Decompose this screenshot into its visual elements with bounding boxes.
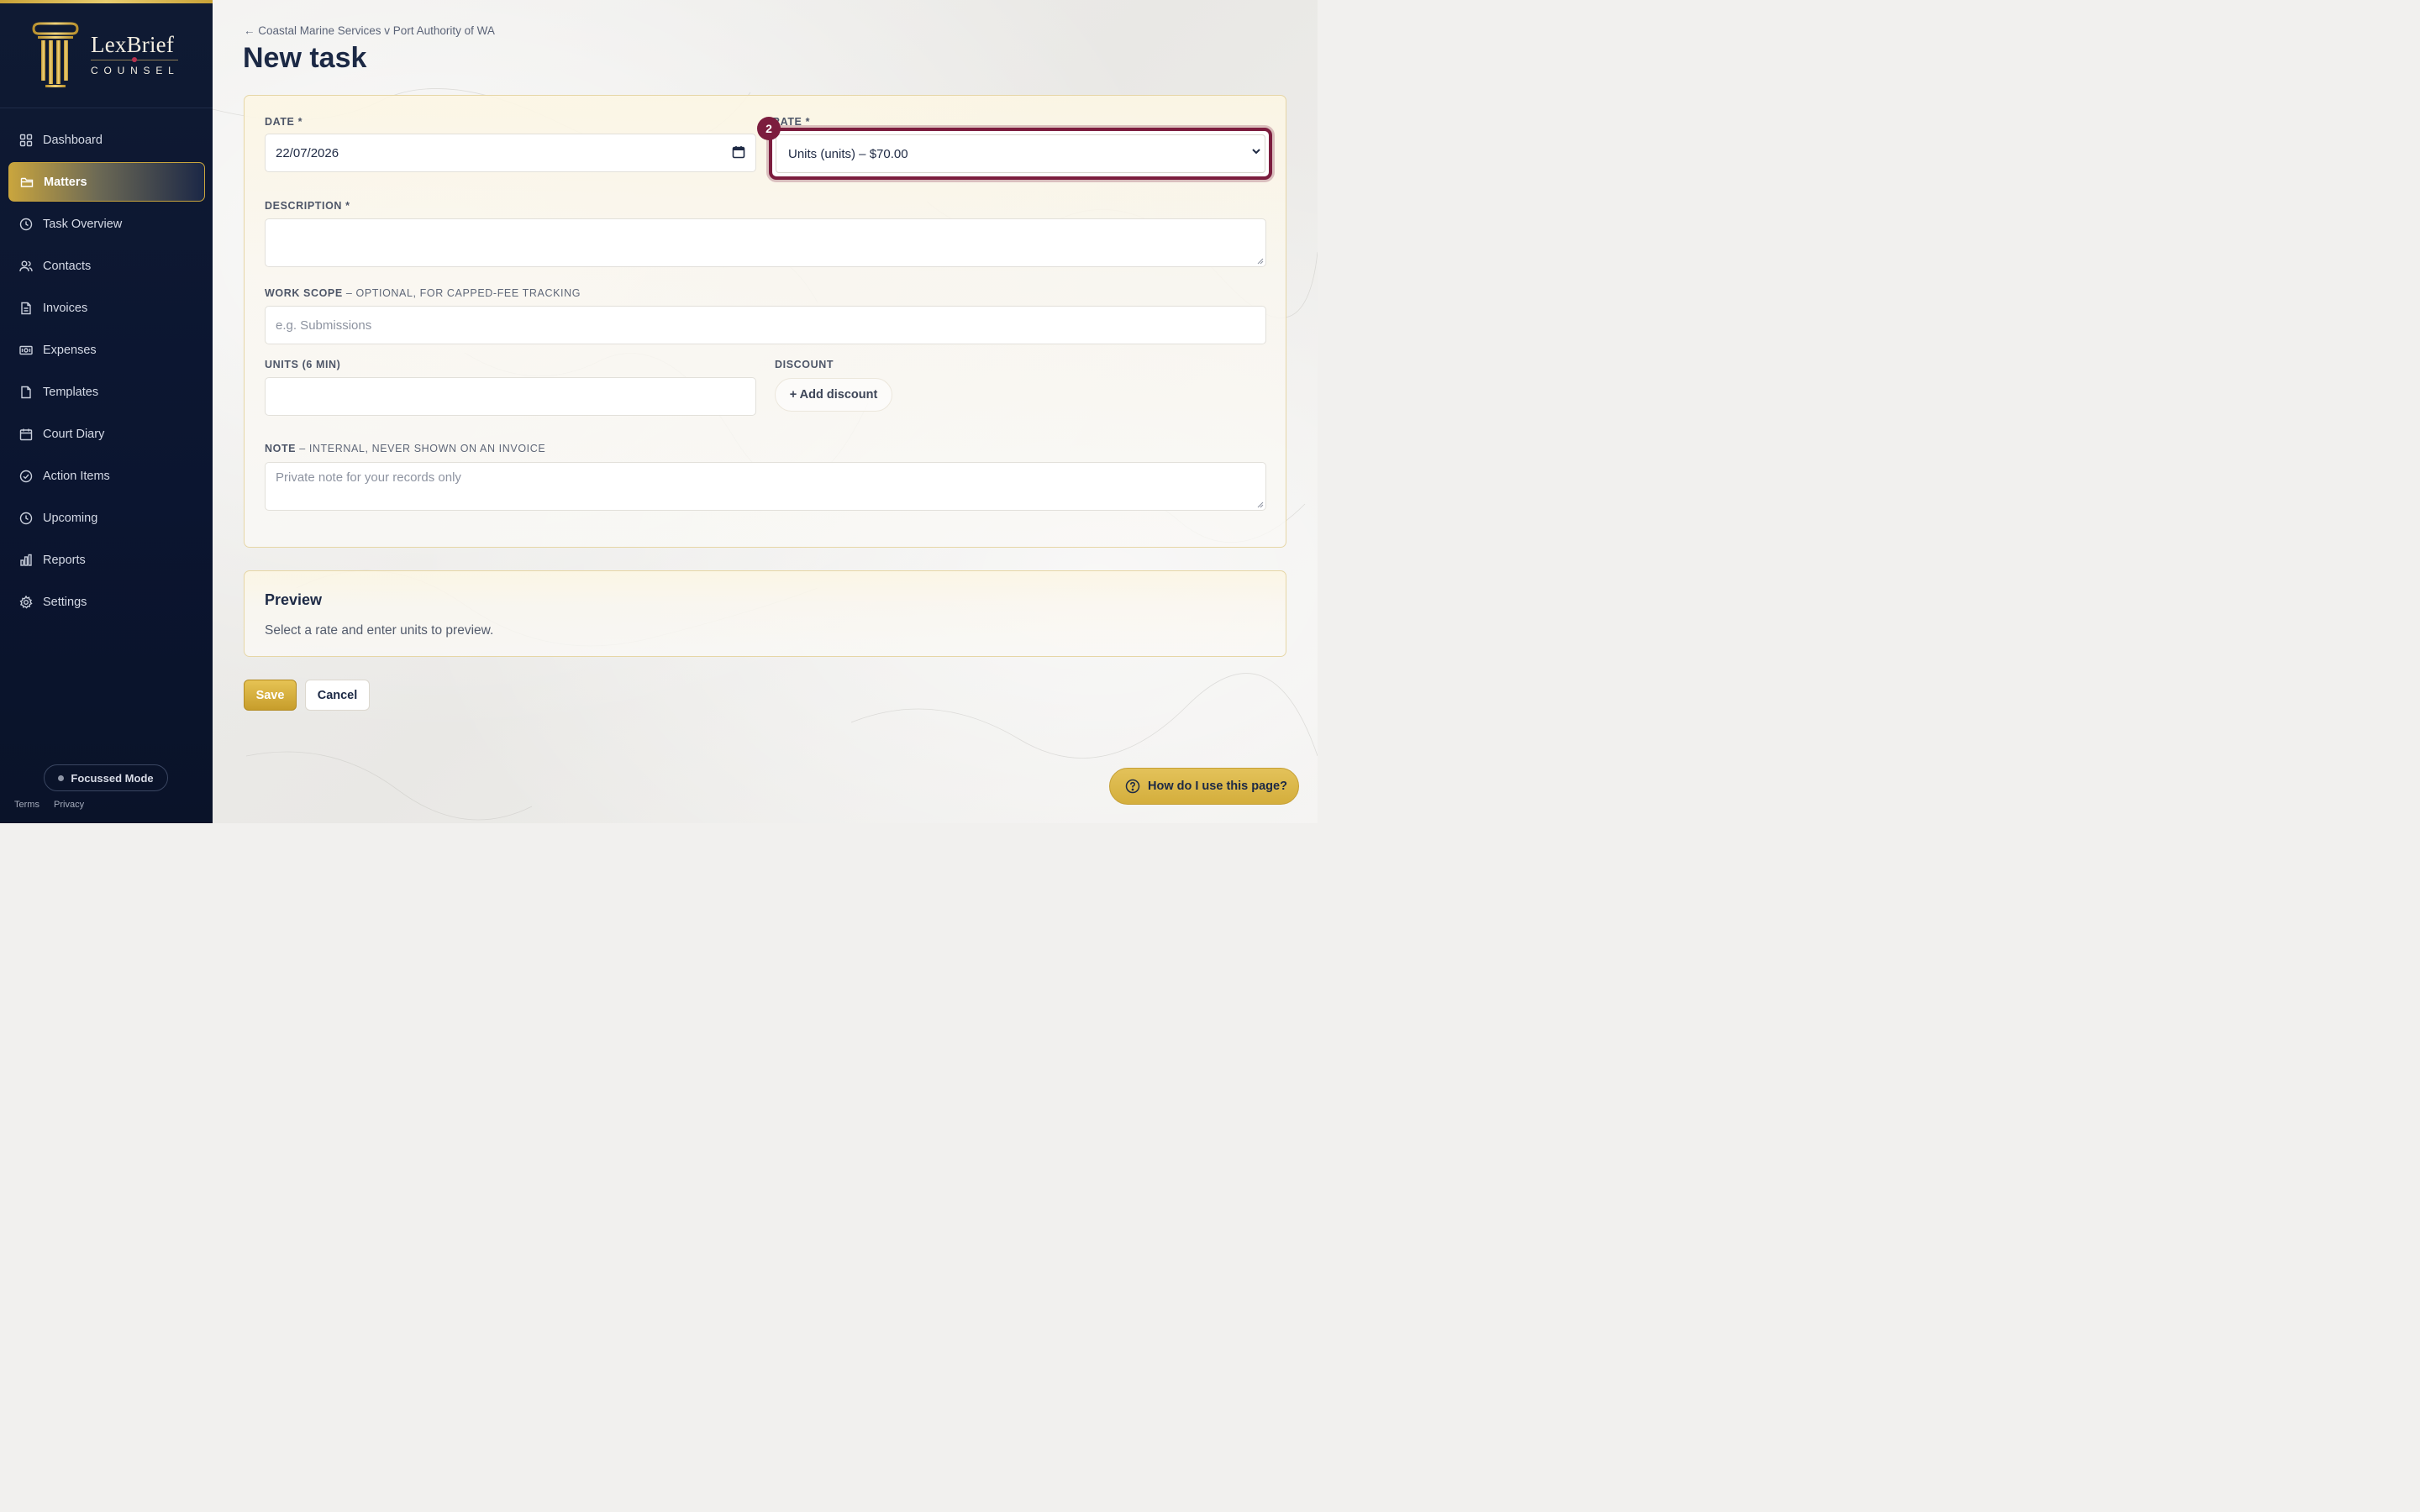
work-scope-placeholder: e.g. Submissions bbox=[276, 318, 372, 333]
calendar-icon[interactable] bbox=[732, 145, 745, 162]
sidebar: LexBrief COUNSEL Dashboard Matters Task … bbox=[0, 0, 213, 823]
add-discount-button[interactable]: + Add discount bbox=[775, 378, 892, 412]
cancel-button[interactable]: Cancel bbox=[305, 680, 370, 711]
note-textarea[interactable]: Private note for your records only bbox=[265, 462, 1266, 511]
grid-icon bbox=[19, 134, 33, 147]
page-title: New task bbox=[243, 42, 367, 74]
check-circle-icon bbox=[19, 470, 33, 483]
sidebar-item-label: Expenses bbox=[43, 343, 97, 357]
work-scope-input[interactable]: e.g. Submissions bbox=[265, 306, 1266, 344]
sidebar-item-upcoming[interactable]: Upcoming bbox=[8, 498, 205, 538]
date-input[interactable]: 22/07/2026 bbox=[265, 134, 756, 172]
legal-links: Terms Privacy bbox=[14, 800, 96, 810]
resize-handle-icon[interactable] bbox=[1256, 257, 1264, 265]
date-label: DATE * bbox=[265, 116, 303, 128]
privacy-link[interactable]: Privacy bbox=[54, 800, 84, 810]
sidebar-item-templates[interactable]: Templates bbox=[8, 372, 205, 412]
preview-title: Preview bbox=[265, 591, 323, 608]
sidebar-item-label: Settings bbox=[43, 595, 87, 609]
sidebar-item-label: Action Items bbox=[43, 469, 110, 483]
file-text-icon bbox=[19, 302, 33, 315]
resize-handle-icon[interactable] bbox=[1256, 501, 1264, 508]
rate-select-inner: Units (units) – $70.00 bbox=[776, 134, 1265, 173]
sidebar-item-court-diary[interactable]: Court Diary bbox=[8, 414, 205, 454]
work-scope-hint: – OPTIONAL, FOR CAPPED-FEE TRACKING bbox=[342, 287, 581, 299]
work-scope-label: WORK SCOPE – OPTIONAL, FOR CAPPED-FEE TR… bbox=[265, 287, 581, 299]
banknote-icon bbox=[19, 344, 33, 357]
note-label: NOTE – INTERNAL, NEVER SHOWN ON AN INVOI… bbox=[265, 443, 545, 454]
sidebar-item-label: Dashboard bbox=[43, 133, 103, 147]
sidebar-item-label: Task Overview bbox=[43, 217, 123, 231]
units-label: UNITS (6 MIN) bbox=[265, 359, 341, 370]
gear-icon bbox=[19, 595, 33, 609]
description-textarea[interactable] bbox=[265, 218, 1266, 267]
sidebar-item-label: Court Diary bbox=[43, 427, 105, 441]
sidebar-nav: Dashboard Matters Task Overview Contacts… bbox=[8, 120, 205, 624]
folder-icon bbox=[20, 176, 34, 189]
sidebar-item-settings[interactable]: Settings bbox=[8, 582, 205, 622]
brand-name: LexBrief bbox=[91, 32, 175, 57]
sidebar-item-dashboard[interactable]: Dashboard bbox=[8, 120, 205, 160]
help-label: How do I use this page? bbox=[1148, 780, 1287, 793]
help-button[interactable]: How do I use this page? bbox=[1109, 768, 1299, 805]
sidebar-item-expenses[interactable]: Expenses bbox=[8, 330, 205, 370]
sidebar-item-label: Upcoming bbox=[43, 511, 98, 525]
sidebar-item-contacts[interactable]: Contacts bbox=[8, 246, 205, 286]
task-form-card: DATE * 22/07/2026 2 RATE * Units (units)… bbox=[244, 95, 1286, 548]
brand-dot bbox=[132, 57, 137, 62]
preview-text: Select a rate and enter units to preview… bbox=[265, 623, 494, 638]
note-hint: – INTERNAL, NEVER SHOWN ON AN INVOICE bbox=[296, 443, 546, 454]
work-scope-label-text: WORK SCOPE bbox=[265, 287, 343, 299]
question-circle-icon bbox=[1125, 779, 1140, 794]
sidebar-item-label: Invoices bbox=[43, 301, 88, 315]
note-label-text: NOTE bbox=[265, 443, 297, 454]
sidebar-item-label: Matters bbox=[44, 175, 87, 189]
pillar-logo-icon bbox=[32, 22, 79, 87]
focussed-mode-label: Focussed Mode bbox=[71, 771, 154, 785]
brand-logo[interactable]: LexBrief COUNSEL bbox=[30, 22, 190, 91]
terms-link[interactable]: Terms bbox=[14, 800, 39, 810]
chevron-down-icon bbox=[1250, 145, 1262, 161]
sidebar-item-label: Templates bbox=[43, 385, 99, 399]
units-input[interactable] bbox=[265, 377, 756, 416]
focussed-mode-toggle[interactable]: Focussed Mode bbox=[44, 764, 168, 791]
discount-label: DISCOUNT bbox=[775, 359, 834, 370]
sidebar-item-action-items[interactable]: Action Items bbox=[8, 456, 205, 496]
save-button[interactable]: Save bbox=[244, 680, 297, 711]
date-value: 22/07/2026 bbox=[276, 145, 339, 160]
sidebar-item-invoices[interactable]: Invoices bbox=[8, 288, 205, 328]
status-dot-icon bbox=[58, 774, 65, 781]
rate-select-value: Units (units) – $70.00 bbox=[788, 146, 908, 161]
calendar-icon bbox=[19, 428, 33, 441]
clock-icon bbox=[19, 512, 33, 525]
users-icon bbox=[19, 260, 33, 273]
step-badge: 2 bbox=[757, 117, 781, 140]
preview-card: Preview Select a rate and enter units to… bbox=[244, 570, 1286, 657]
sidebar-top-accent bbox=[0, 0, 213, 3]
rate-select[interactable]: Units (units) – $70.00 bbox=[769, 128, 1272, 180]
file-icon bbox=[19, 386, 33, 399]
sidebar-item-matters[interactable]: Matters bbox=[8, 162, 205, 202]
note-placeholder: Private note for your records only bbox=[276, 470, 461, 485]
bar-chart-icon bbox=[19, 554, 33, 567]
sidebar-item-task-overview[interactable]: Task Overview bbox=[8, 204, 205, 244]
clock-icon bbox=[19, 218, 33, 231]
sidebar-item-label: Contacts bbox=[43, 259, 92, 273]
description-label: DESCRIPTION * bbox=[265, 200, 350, 212]
sidebar-item-label: Reports bbox=[43, 553, 86, 567]
main-content: ← Coastal Marine Services v Port Authori… bbox=[213, 0, 1318, 823]
sidebar-item-reports[interactable]: Reports bbox=[8, 540, 205, 580]
breadcrumb-back-link[interactable]: ← Coastal Marine Services v Port Authori… bbox=[244, 24, 495, 37]
brand-subtitle: COUNSEL bbox=[91, 65, 180, 76]
